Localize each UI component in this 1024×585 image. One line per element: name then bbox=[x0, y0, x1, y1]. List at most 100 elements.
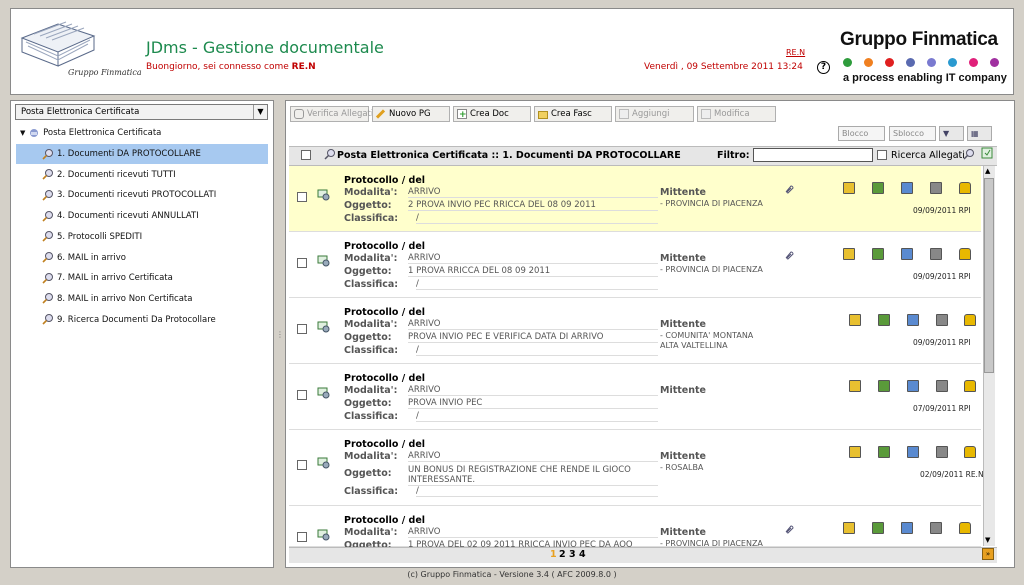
export-options-button[interactable]: ▦ bbox=[967, 126, 992, 141]
search-icon bbox=[42, 231, 53, 242]
row-checkbox[interactable] bbox=[297, 258, 307, 268]
greeting-text: Buongiorno, sei connesso come bbox=[146, 62, 289, 72]
transfer-icon[interactable] bbox=[872, 522, 884, 534]
page-link-3[interactable]: 3 bbox=[569, 549, 576, 560]
tree-root[interactable]: ▼ Posta Elettronica Certificata bbox=[20, 123, 161, 143]
trash-icon[interactable] bbox=[936, 446, 948, 458]
paperclip-icon[interactable] bbox=[783, 183, 795, 195]
edit-icon[interactable] bbox=[907, 380, 919, 392]
sidebar-item[interactable]: 1. Documenti DA PROTOCOLLARE bbox=[16, 144, 268, 164]
classifica-label: Classifica: bbox=[344, 279, 399, 290]
scroll-down-icon[interactable]: ▼ bbox=[985, 536, 990, 544]
row-checkbox[interactable] bbox=[297, 324, 307, 334]
page-link-4[interactable]: 4 bbox=[579, 549, 586, 560]
sidebar-item[interactable]: 3. Documenti ricevuti PROTOCOLLATI bbox=[16, 185, 268, 205]
sidebar-item[interactable]: 9. Ricerca Documenti Da Protocollare bbox=[16, 310, 268, 330]
edit-icon[interactable] bbox=[907, 314, 919, 326]
modalita-label: Modalita': bbox=[344, 253, 398, 264]
protocollo-label: Protocollo / del bbox=[344, 241, 426, 252]
lock-icon[interactable] bbox=[959, 522, 971, 534]
modifica-button[interactable]: Modifica bbox=[697, 106, 776, 122]
ricerca-allegati-checkbox[interactable] bbox=[877, 150, 887, 160]
trash-icon[interactable] bbox=[930, 522, 942, 534]
search-icon bbox=[42, 293, 53, 304]
splitter-handle[interactable]: ⋮ bbox=[276, 330, 284, 340]
paperclip-icon[interactable] bbox=[783, 249, 795, 261]
page-link-2[interactable]: 2 bbox=[559, 549, 566, 560]
next-page-icon[interactable]: » bbox=[982, 548, 994, 560]
sidebar-item[interactable]: 4. Documenti ricevuti ANNULLATI bbox=[16, 206, 268, 226]
sidebar-item[interactable]: 8. MAIL in arrivo Non Certificata bbox=[16, 289, 268, 309]
row-checkbox[interactable] bbox=[297, 532, 307, 542]
mail-attachment-icon[interactable] bbox=[317, 386, 330, 399]
help-button[interactable]: ? bbox=[817, 61, 830, 74]
edit-icon[interactable] bbox=[907, 446, 919, 458]
sidebar-select[interactable]: Posta Elettronica Certificata bbox=[15, 104, 268, 120]
sidebar-item[interactable]: 2. Documenti ricevuti TUTTI bbox=[16, 165, 268, 185]
expand-icon[interactable]: ▼ bbox=[20, 129, 25, 137]
trash-icon[interactable] bbox=[936, 380, 948, 392]
nuovo-pg-button[interactable]: Nuovo PG bbox=[372, 106, 450, 122]
transfer-icon[interactable] bbox=[872, 182, 884, 194]
sblocco-field[interactable]: Sblocco bbox=[889, 126, 936, 141]
trash-icon[interactable] bbox=[936, 314, 948, 326]
sidebar-item-label: 1. Documenti DA PROTOCOLLARE bbox=[57, 149, 201, 159]
select-all-checkbox[interactable] bbox=[301, 150, 311, 160]
open-folder-icon[interactable] bbox=[849, 446, 861, 458]
transfer-icon[interactable] bbox=[872, 248, 884, 260]
user-link[interactable]: RE.N bbox=[786, 48, 805, 57]
mail-attachment-icon[interactable] bbox=[317, 320, 330, 333]
row-checkbox[interactable] bbox=[297, 460, 307, 470]
classifica-value: / bbox=[416, 213, 658, 224]
trash-icon[interactable] bbox=[930, 248, 942, 260]
page-current: 1 bbox=[550, 549, 557, 560]
lock-icon[interactable] bbox=[964, 446, 976, 458]
modifica-label: Modifica bbox=[714, 109, 750, 119]
view-options-button[interactable]: ▼ bbox=[939, 126, 964, 141]
logo-caption: Gruppo Finmatica bbox=[68, 68, 142, 77]
blocco-field[interactable]: Blocco bbox=[838, 126, 885, 141]
verifica-allegati-button[interactable]: Verifica Allegati bbox=[290, 106, 373, 122]
oggetto-value: 2 PROVA INVIO PEC RRICCA DEL 08 09 2011 bbox=[408, 200, 658, 211]
oggetto-label: Oggetto: bbox=[344, 332, 392, 343]
scrollbar-thumb[interactable] bbox=[984, 178, 994, 373]
open-folder-icon[interactable] bbox=[843, 182, 855, 194]
open-folder-icon[interactable] bbox=[849, 380, 861, 392]
refresh-icon[interactable] bbox=[981, 147, 993, 159]
row-checkbox[interactable] bbox=[297, 192, 307, 202]
mittente-value: - ROSALBA bbox=[660, 463, 704, 472]
sidebar-item[interactable]: 6. MAIL in arrivo bbox=[16, 248, 268, 268]
search-go-icon[interactable] bbox=[963, 148, 975, 160]
transfer-icon[interactable] bbox=[878, 380, 890, 392]
lock-icon[interactable] bbox=[964, 380, 976, 392]
aggiungi-button[interactable]: Aggiungi bbox=[615, 106, 694, 122]
open-folder-icon[interactable] bbox=[843, 248, 855, 260]
crea-fasc-button[interactable]: Crea Fasc bbox=[534, 106, 612, 122]
paperclip-icon[interactable] bbox=[783, 523, 795, 535]
open-folder-icon[interactable] bbox=[849, 314, 861, 326]
scroll-up-icon[interactable]: ▲ bbox=[985, 167, 990, 175]
sidebar-item[interactable]: 5. Protocolli SPEDITI bbox=[16, 227, 268, 247]
mail-attachment-icon[interactable] bbox=[317, 456, 330, 469]
mittente-value: - COMUNITA' MONTANA ALTA VALTELLINA bbox=[660, 331, 754, 350]
crea-doc-button[interactable]: + Crea Doc bbox=[453, 106, 531, 122]
protocollo-label: Protocollo / del bbox=[344, 175, 426, 186]
mail-attachment-icon[interactable] bbox=[317, 528, 330, 541]
row-checkbox[interactable] bbox=[297, 390, 307, 400]
edit-icon[interactable] bbox=[901, 522, 913, 534]
edit-icon[interactable] bbox=[901, 248, 913, 260]
mail-attachment-icon[interactable] bbox=[317, 188, 330, 201]
lock-icon[interactable] bbox=[964, 314, 976, 326]
trash-icon[interactable] bbox=[930, 182, 942, 194]
lock-icon[interactable] bbox=[959, 248, 971, 260]
transfer-icon[interactable] bbox=[878, 446, 890, 458]
filter-input[interactable] bbox=[753, 148, 873, 162]
open-folder-icon[interactable] bbox=[843, 522, 855, 534]
chevron-down-icon[interactable]: ▼ bbox=[253, 105, 267, 119]
edit-icon[interactable] bbox=[901, 182, 913, 194]
mail-attachment-icon[interactable] bbox=[317, 254, 330, 267]
sidebar-item[interactable]: 7. MAIL in arrivo Certificata bbox=[16, 268, 268, 288]
transfer-icon[interactable] bbox=[878, 314, 890, 326]
brand-dot bbox=[969, 58, 978, 67]
lock-icon[interactable] bbox=[959, 182, 971, 194]
